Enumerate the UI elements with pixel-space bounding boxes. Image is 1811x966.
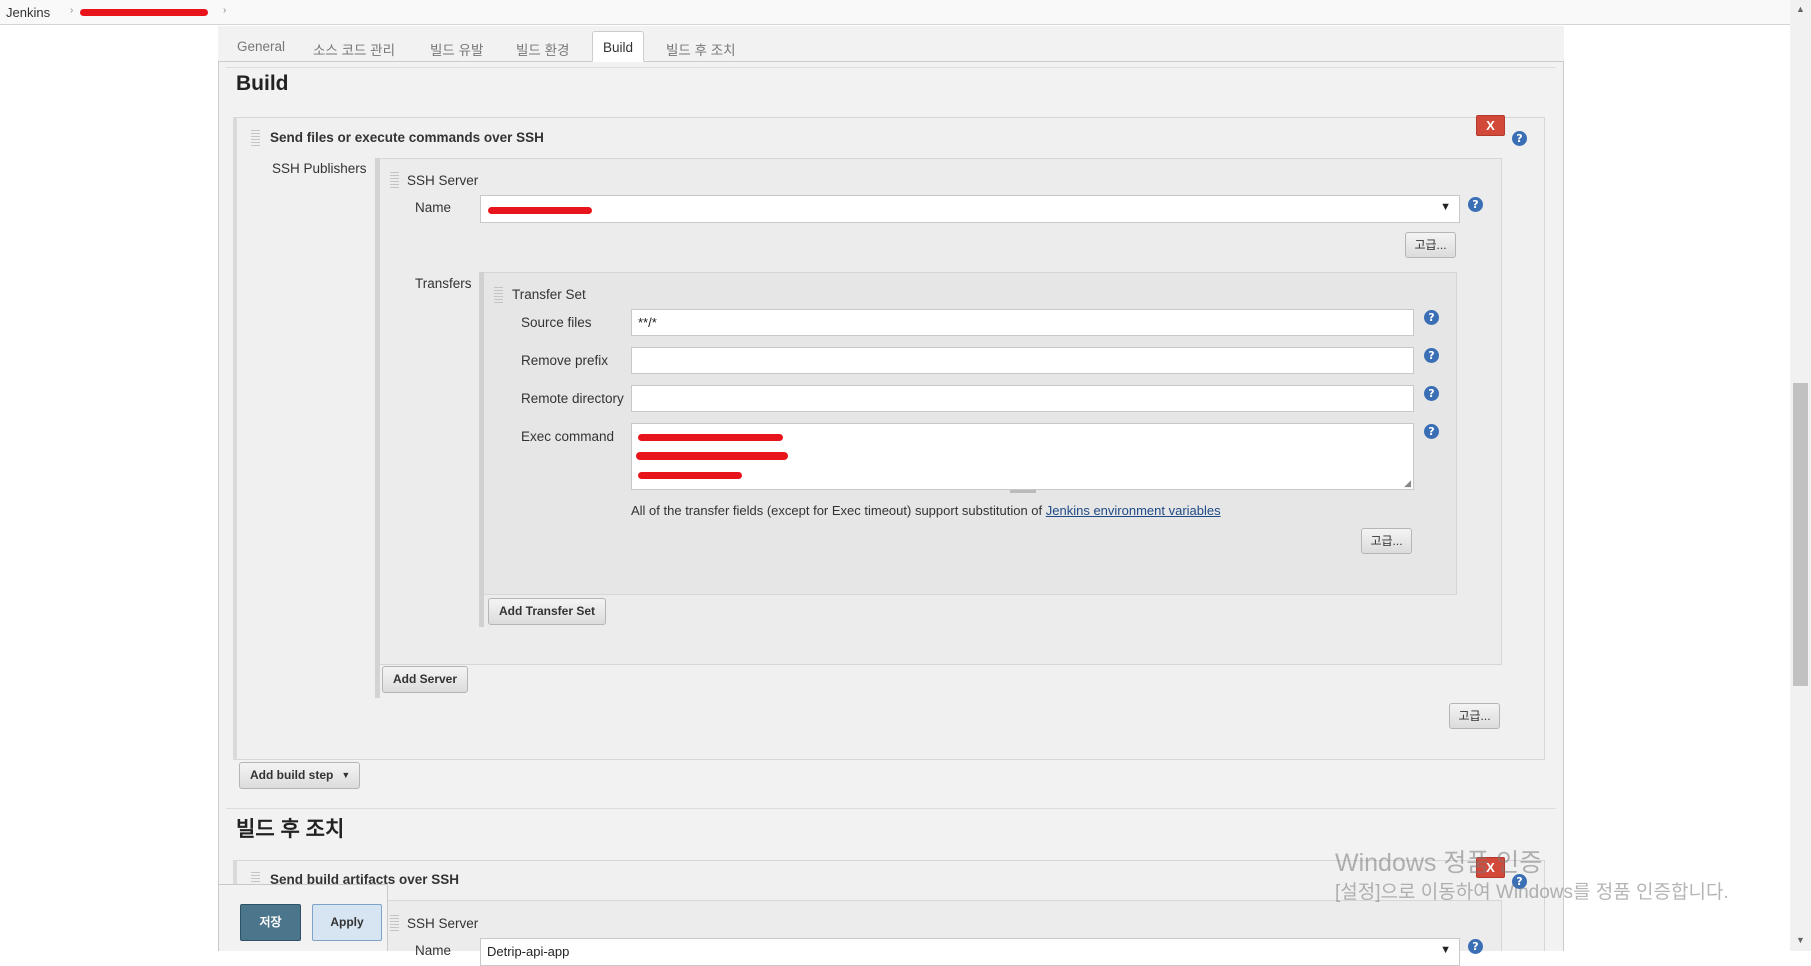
server-name-select[interactable]: ▼	[480, 195, 1460, 223]
ssh-server-label: SSH Server	[407, 173, 479, 188]
server-name-label: Name	[415, 200, 452, 215]
help-icon[interactable]: ?	[1468, 197, 1483, 212]
redacted-server-name	[488, 207, 592, 214]
dropdown-arrow-icon: ▼	[341, 770, 351, 780]
apply-button[interactable]: Apply	[312, 904, 382, 941]
tab-general[interactable]: General	[227, 31, 295, 62]
redacted-command-line	[636, 452, 788, 460]
tab-post-build-actions[interactable]: 빌드 후 조치	[656, 31, 746, 62]
tab-build-environment[interactable]: 빌드 환경	[506, 31, 579, 62]
transfer-set-border	[479, 272, 484, 627]
source-files-label: Source files	[521, 315, 592, 330]
add-transfer-set-button[interactable]: Add Transfer Set	[488, 598, 607, 625]
build-step-border	[233, 117, 237, 760]
post-ssh-server-label: SSH Server	[407, 916, 479, 931]
server-advanced-button[interactable]: 고급...	[1405, 232, 1456, 258]
env-vars-link[interactable]: Jenkins environment variables	[1046, 503, 1221, 518]
divider	[226, 67, 1556, 68]
breadcrumb-jenkins-link[interactable]: Jenkins	[6, 5, 50, 20]
transfer-advanced-button[interactable]: 고급...	[1361, 528, 1412, 554]
ssh-server-border	[375, 158, 380, 698]
transfers-label: Transfers	[415, 276, 472, 291]
substitution-note-text: All of the transfer fields (except for E…	[631, 503, 1043, 518]
source-files-input[interactable]: **/*	[631, 309, 1414, 336]
remove-prefix-label: Remove prefix	[521, 353, 609, 368]
drag-handle-icon[interactable]	[390, 915, 399, 931]
divider	[226, 808, 1556, 809]
post-server-name-value: Detrip-api-app	[487, 944, 570, 959]
add-build-step-button[interactable]: Add build step ▼	[239, 762, 361, 789]
breadcrumb-separator-icon: ›	[70, 5, 74, 16]
transfer-set-label: Transfer Set	[512, 287, 586, 302]
scroll-down-icon[interactable]: ▼	[1795, 935, 1806, 946]
exec-command-label: Exec command	[521, 429, 615, 444]
help-icon[interactable]: ?	[1424, 310, 1439, 325]
dropdown-arrow-icon: ▼	[1440, 201, 1451, 213]
help-icon[interactable]: ?	[1512, 131, 1527, 146]
build-section-title: Build	[236, 72, 289, 95]
tab-build[interactable]: Build	[592, 31, 645, 62]
redacted-command-line	[638, 434, 783, 441]
scrollbar-thumb[interactable]	[1793, 383, 1808, 686]
remote-directory-input[interactable]	[631, 385, 1414, 412]
post-server-name-select[interactable]: Detrip-api-app ▼	[480, 938, 1460, 966]
remove-prefix-input[interactable]	[631, 347, 1414, 374]
activation-watermark-subtitle: [설정]으로 이동하여 Windows를 정품 인증합니다.	[1335, 882, 1729, 903]
delete-build-step-button[interactable]: X	[1476, 115, 1505, 136]
ssh-publishers-label: SSH Publishers	[272, 161, 367, 176]
breadcrumb-separator-icon: ›	[223, 5, 227, 16]
help-icon[interactable]: ?	[1424, 348, 1439, 363]
help-icon[interactable]: ?	[1468, 939, 1483, 954]
drag-handle-icon[interactable]	[251, 130, 260, 146]
tab-build-triggers[interactable]: 빌드 유발	[420, 31, 493, 62]
dropdown-arrow-icon: ▼	[1440, 944, 1451, 956]
save-button[interactable]: 저장	[240, 904, 301, 941]
drag-handle-icon[interactable]	[390, 172, 399, 188]
help-icon[interactable]: ?	[1424, 424, 1439, 439]
substitution-note: All of the transfer fields (except for E…	[631, 503, 1221, 518]
redacted-command-line	[638, 472, 742, 479]
build-step-title: Send files or execute commands over SSH	[270, 130, 544, 145]
scroll-up-icon[interactable]: ▲	[1795, 4, 1806, 15]
drag-handle-icon[interactable]	[494, 287, 503, 303]
activation-watermark-title: Windows 정품 인증	[1335, 849, 1543, 877]
post-build-section-title: 빌드 후 조치	[236, 818, 345, 841]
resize-handle-icon[interactable]: ◢	[1404, 478, 1411, 489]
tab-source-code-management[interactable]: 소스 코드 관리	[303, 31, 405, 62]
textarea-grip-icon[interactable]	[1010, 490, 1036, 493]
exec-command-textarea[interactable]: ◢	[631, 423, 1414, 490]
add-build-step-label: Add build step	[250, 768, 334, 782]
add-server-button[interactable]: Add Server	[382, 666, 469, 693]
redacted-job-name[interactable]	[80, 9, 208, 16]
help-icon[interactable]: ?	[1424, 386, 1439, 401]
breadcrumb: Jenkins › ›	[0, 0, 1811, 25]
remote-directory-label: Remote directory	[521, 391, 624, 406]
step-advanced-button[interactable]: 고급...	[1449, 703, 1500, 729]
